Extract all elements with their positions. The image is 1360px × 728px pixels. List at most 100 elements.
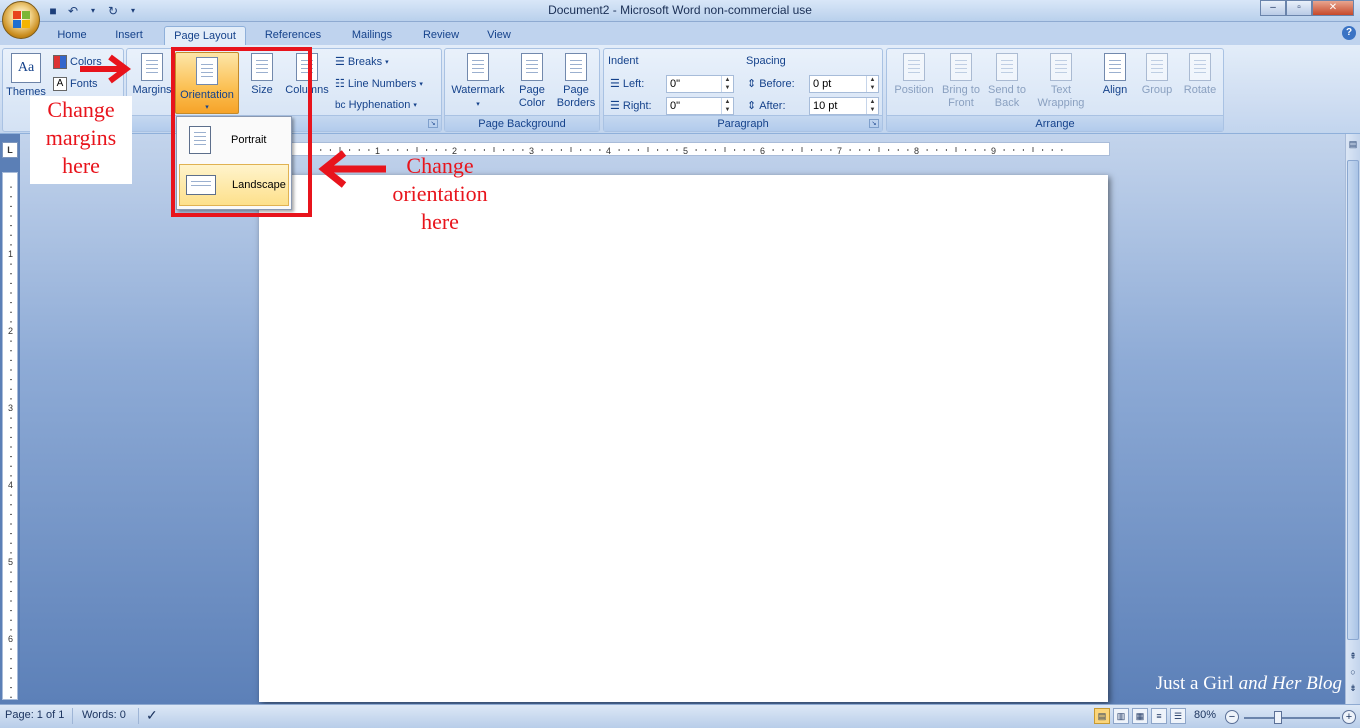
margins-label: Margins <box>132 84 172 96</box>
paragraph-group: Indent ☰ Left: 0" ▲ ▼ ☰ Right: 0" ▲ ▼ Spac… <box>603 48 883 132</box>
office-logo-icon <box>13 11 31 29</box>
paragraph-launcher-icon[interactable]: ↘ <box>869 119 879 128</box>
hyphenation-button[interactable]: bc Hyphenation ▾ <box>335 99 417 111</box>
ruler-tick <box>801 147 803 152</box>
group-button[interactable]: Group <box>1137 53 1177 97</box>
document-page[interactable] <box>259 175 1108 702</box>
bring-to-front-button[interactable]: Bring to Front <box>939 53 983 110</box>
tab-view[interactable]: View <box>478 26 520 46</box>
position-icon <box>903 53 925 81</box>
ruler-tick <box>753 149 755 151</box>
indent-heading: Indent <box>608 55 639 67</box>
text-wrapping-button[interactable]: Text Wrapping <box>1033 53 1089 110</box>
help-icon[interactable]: ? <box>1342 26 1356 40</box>
align-button[interactable]: Align <box>1095 53 1135 97</box>
rotate-label: Rotate <box>1183 84 1217 96</box>
ruler-tick <box>580 149 582 151</box>
position-button[interactable]: Position <box>891 53 937 97</box>
print-layout-view-icon[interactable]: ▤ <box>1094 708 1110 724</box>
watermark-button[interactable]: Watermark ▾ <box>449 53 507 111</box>
spin-arrows-icon[interactable]: ▲ ▼ <box>866 76 878 92</box>
tab-mailings[interactable]: Mailings <box>340 26 404 46</box>
ruler-tick <box>657 149 659 151</box>
ruler-tick <box>10 398 12 400</box>
indent-left-icon: ☰ <box>610 78 620 90</box>
minimize-button[interactable]: – <box>1260 0 1286 16</box>
ruler-tick <box>10 359 12 361</box>
rotate-button[interactable]: Rotate <box>1179 53 1221 97</box>
send-to-back-icon <box>996 53 1018 81</box>
ruler-tick <box>10 244 12 246</box>
zoom-slider-handle[interactable] <box>1274 711 1282 724</box>
web-layout-icon[interactable]: ▦ <box>1132 708 1148 724</box>
close-button[interactable]: ✕ <box>1312 0 1354 16</box>
zoom-out-icon[interactable]: − <box>1225 710 1239 724</box>
browse-object-icon[interactable]: ○ <box>1346 664 1360 680</box>
title-bar: ■ ↶ ▾ ↻ ▾ Document2 - Microsoft Word non… <box>0 0 1360 22</box>
ruler-tick <box>589 149 591 151</box>
text-wrapping-icon <box>1050 53 1072 81</box>
ruler-tick <box>10 186 12 188</box>
ruler-tick <box>10 552 12 554</box>
tab-insert[interactable]: Insert <box>106 26 152 46</box>
spin-arrows-icon[interactable]: ▲ ▼ <box>721 76 733 92</box>
ruler-tick <box>1022 149 1024 151</box>
orientation-highlight-box <box>171 47 312 217</box>
breaks-button[interactable]: ☰ Breaks ▾ <box>335 55 389 69</box>
indent-left-label: ☰ Left: <box>610 77 645 91</box>
margins-callout: Change margins here <box>30 96 132 184</box>
page-borders-button[interactable]: Page Borders <box>553 53 599 110</box>
spin-arrows-icon[interactable]: ▲ ▼ <box>866 98 878 114</box>
zoom-level[interactable]: 80% <box>1194 709 1216 721</box>
tab-selector-button[interactable]: L <box>2 142 18 158</box>
vertical-ruler[interactable]: 1 2 3 4 5 6 <box>2 172 18 708</box>
outline-view-icon[interactable]: ≡ <box>1151 708 1167 724</box>
ruler-tick <box>10 475 12 477</box>
maximize-button[interactable]: ▫ <box>1286 0 1312 16</box>
zoom-slider[interactable] <box>1244 717 1340 719</box>
breaks-icon: ☰ <box>335 56 345 68</box>
spin-arrows-icon[interactable]: ▲ ▼ <box>721 98 733 114</box>
tab-home[interactable]: Home <box>50 26 94 46</box>
tab-references[interactable]: References <box>258 26 328 46</box>
spacing-before-input[interactable]: 0 pt ▲ ▼ <box>809 75 879 93</box>
ruler-tick <box>10 379 12 381</box>
draft-view-icon[interactable]: ☰ <box>1170 708 1186 724</box>
page-count-status[interactable]: Page: 1 of 1 <box>5 709 64 721</box>
vertical-scrollbar[interactable]: ▤ ⇞ ○ ⇟ <box>1345 134 1360 704</box>
ruler-tick <box>426 149 428 151</box>
next-page-icon[interactable]: ⇟ <box>1346 680 1360 696</box>
ruler-tick <box>1013 149 1015 151</box>
zoom-in-icon[interactable]: + <box>1342 710 1356 724</box>
tab-review[interactable]: Review <box>416 26 466 46</box>
ruler-tick <box>10 523 12 525</box>
ruler-number: 6 <box>8 634 13 644</box>
group-label: Group <box>1141 84 1173 96</box>
spacing-after-input[interactable]: 10 pt ▲ ▼ <box>809 97 879 115</box>
ruler-number: 4 <box>606 146 611 156</box>
send-to-back-button[interactable]: Send to Back <box>985 53 1029 110</box>
ruler-tick <box>10 687 12 689</box>
tab-page-layout[interactable]: Page Layout <box>164 26 246 46</box>
ruler-number: 3 <box>8 403 13 413</box>
bring-label-2: Front <box>948 97 974 109</box>
previous-page-icon[interactable]: ⇞ <box>1346 648 1360 664</box>
indent-right-label: ☰ Right: <box>610 99 652 113</box>
line-numbers-button[interactable]: ☷ Line Numbers ▾ <box>335 77 423 91</box>
page-setup-launcher-icon[interactable]: ↘ <box>428 119 438 128</box>
office-button[interactable] <box>2 1 40 39</box>
page-color-button[interactable]: Page Color <box>511 53 553 110</box>
indent-left-input[interactable]: 0" ▲ ▼ <box>666 75 734 93</box>
word-count-status[interactable]: Words: 0 <box>82 709 126 721</box>
full-screen-reading-icon[interactable]: ▥ <box>1113 708 1129 724</box>
indent-right-input[interactable]: 0" ▲ ▼ <box>666 97 734 115</box>
ruler-tick <box>647 147 649 152</box>
ruler-tick <box>464 149 466 151</box>
watermark-label: Watermark <box>451 84 505 96</box>
view-ruler-icon[interactable]: ▤ <box>1346 136 1360 152</box>
scrollbar-thumb[interactable] <box>1347 160 1359 640</box>
themes-button[interactable]: Aa Themes <box>5 53 47 99</box>
ruler-tick <box>10 571 12 573</box>
proofing-icon[interactable]: ✓ <box>146 707 158 724</box>
window-controls: – ▫ ✕ <box>1260 0 1354 16</box>
